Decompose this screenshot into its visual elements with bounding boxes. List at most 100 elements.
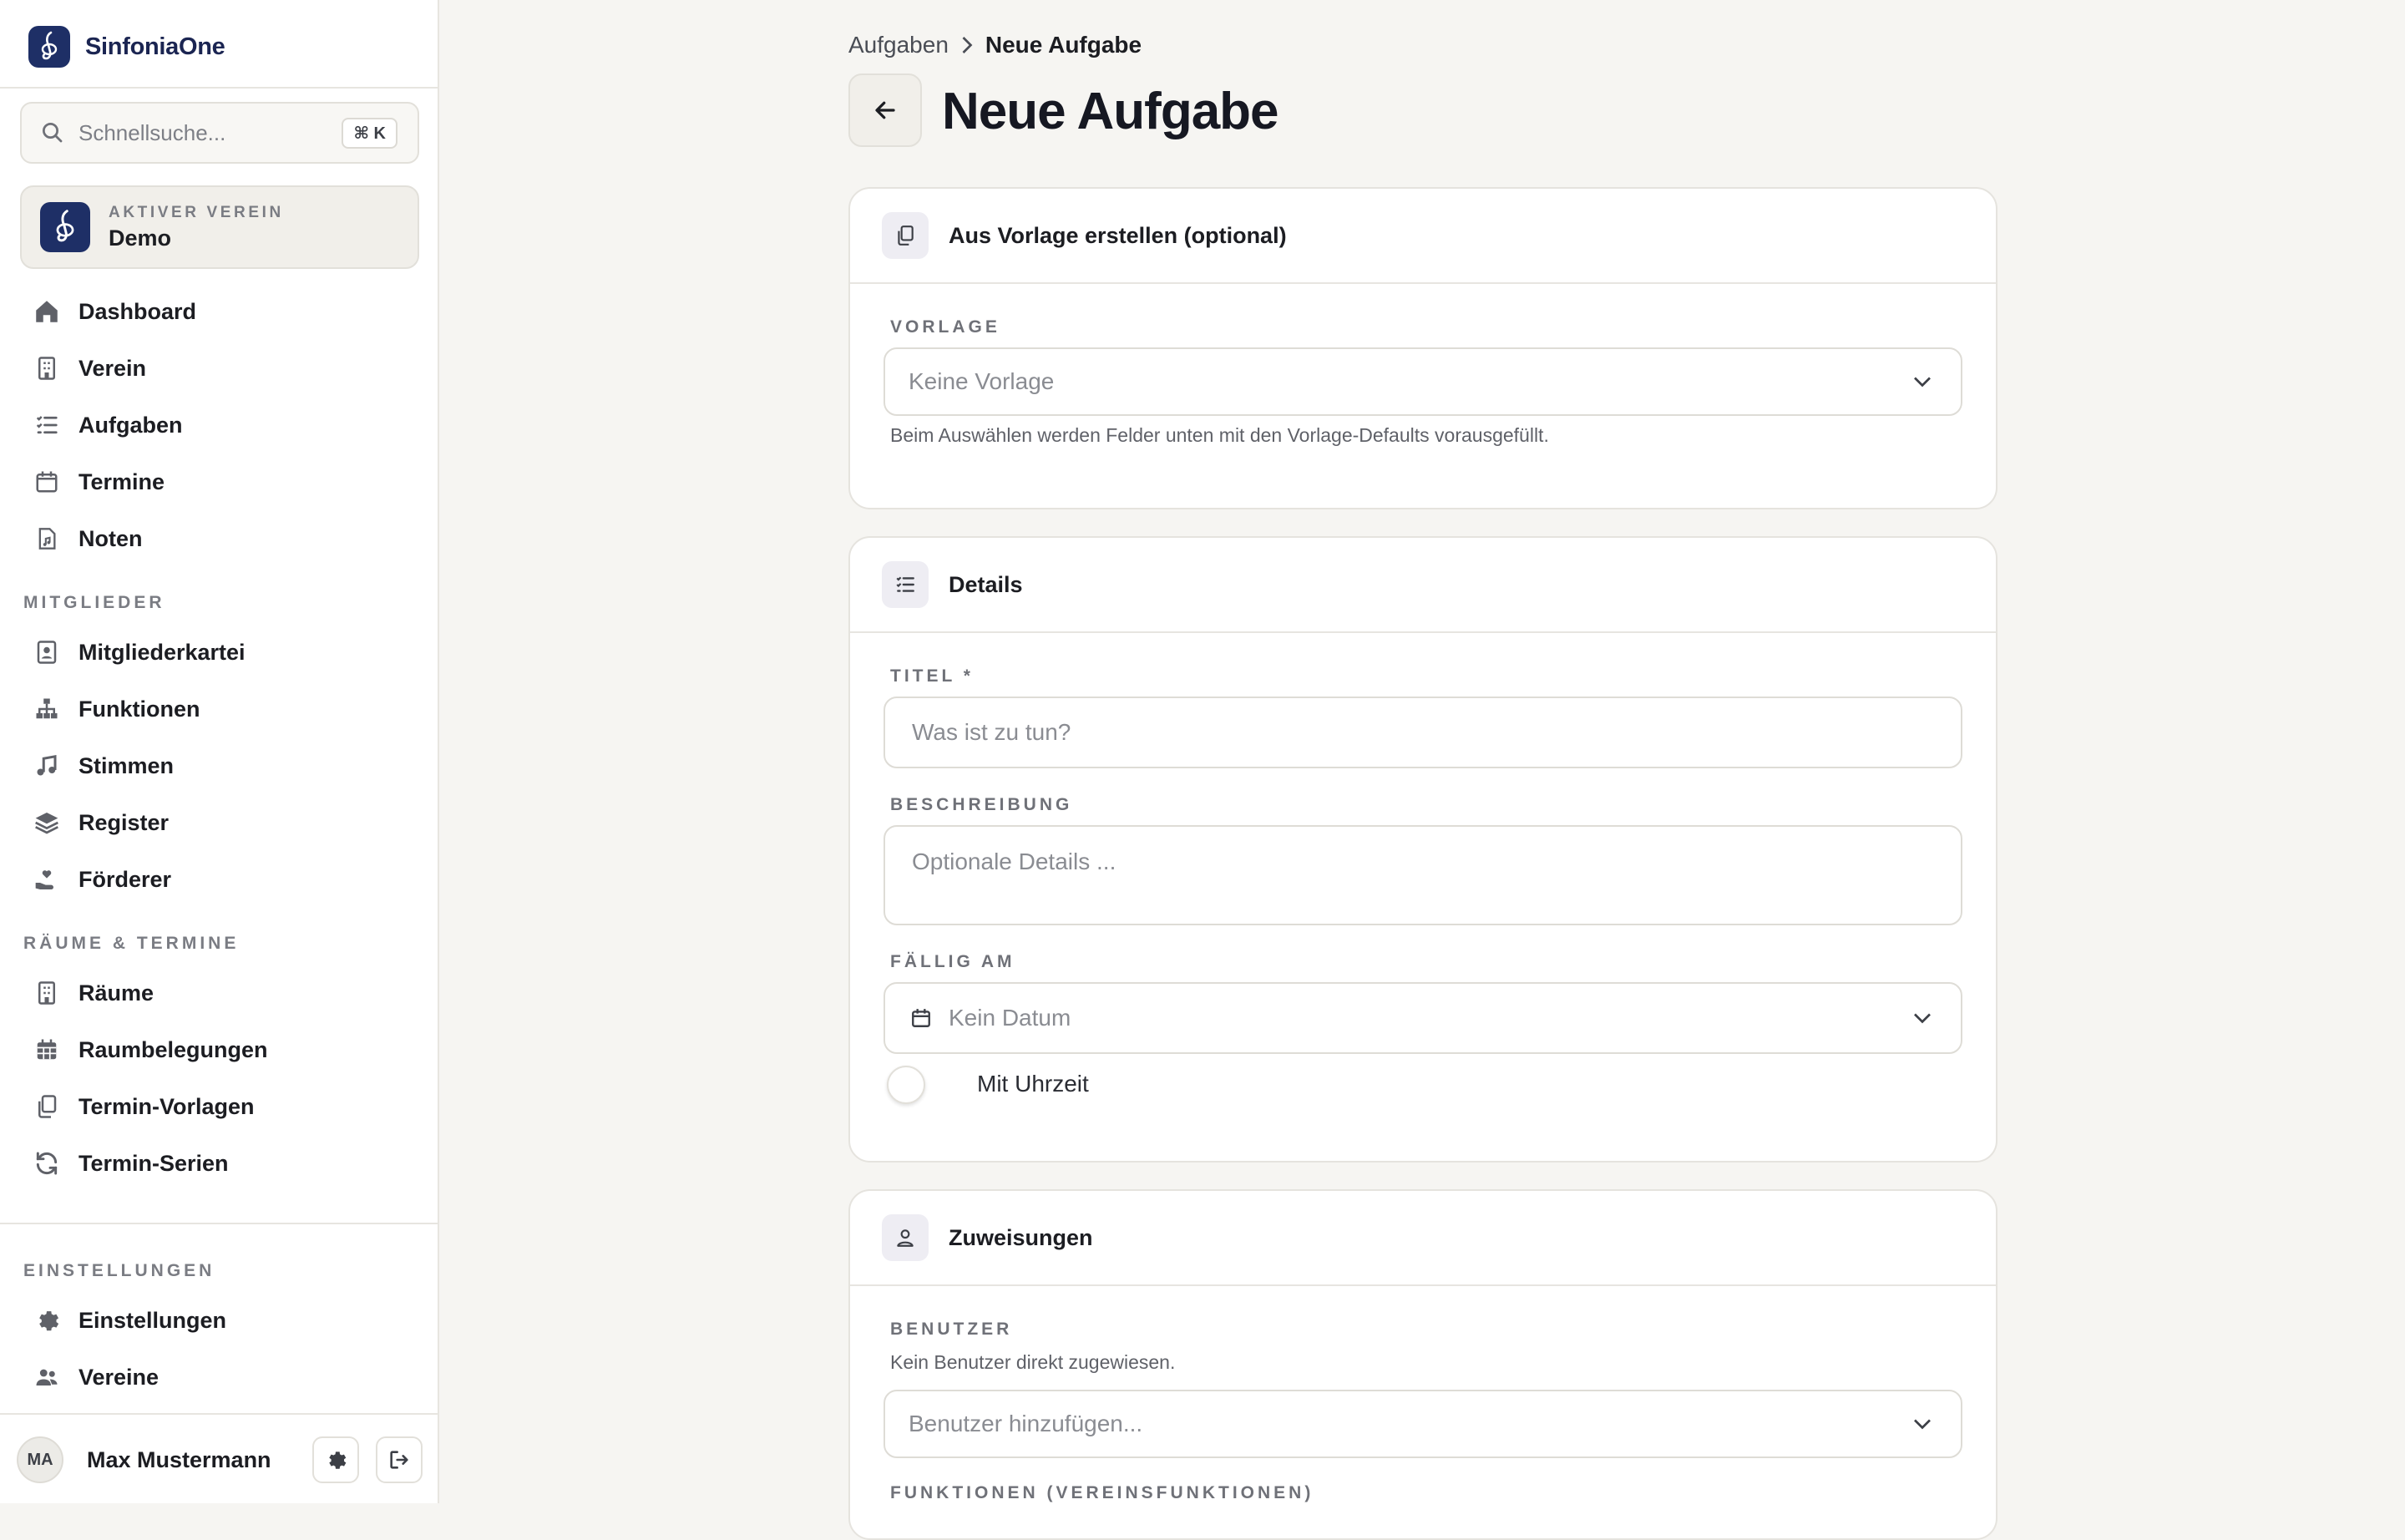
music-note-icon <box>32 751 62 781</box>
card-title: Aus Vorlage erstellen (optional) <box>949 222 1287 248</box>
divider <box>0 1223 438 1224</box>
sidebar-item-dashboard[interactable]: Dashboard <box>32 291 196 332</box>
template-select-value: Keine Vorlage <box>909 368 1055 394</box>
sidebar-item-aufgaben[interactable]: Aufgaben <box>32 404 183 446</box>
search-placeholder: Schnellsuche... <box>78 119 226 145</box>
sidebar-item-termin-vorlagen[interactable]: Termin-Vorlagen <box>32 1086 255 1127</box>
contact-card-icon <box>32 637 62 667</box>
sidebar: SinfoniaOne Schnellsuche... ⌘ K AKTIVER … <box>0 0 439 1503</box>
layers-icon <box>32 808 62 838</box>
logout-button[interactable] <box>376 1436 423 1483</box>
org-chart-icon <box>32 694 62 724</box>
due-date-field-label: FÄLLIG AM <box>890 952 1015 971</box>
due-date-picker[interactable]: Kein Datum <box>884 982 1962 1054</box>
copy-icon <box>32 1092 62 1122</box>
sidebar-item-label: Einstellungen <box>78 1307 227 1333</box>
title-field-label: TITEL * <box>890 666 974 686</box>
sidebar-item-termin-serien[interactable]: Termin-Serien <box>32 1142 229 1184</box>
search-icon <box>40 120 65 145</box>
sidebar-item-label: Dashboard <box>78 298 197 324</box>
sidebar-item-label: Vereine <box>78 1364 159 1390</box>
chevron-right-icon <box>959 35 975 55</box>
logout-icon <box>387 1448 411 1472</box>
sidebar-item-register[interactable]: Register <box>32 802 169 843</box>
description-field-label: BESCHREIBUNG <box>890 795 1073 814</box>
sheet-music-file-icon <box>32 524 62 554</box>
sidebar-item-label: Verein <box>78 355 147 381</box>
sidebar-item-stimmen[interactable]: Stimmen <box>32 745 174 787</box>
task-list-icon <box>882 561 929 608</box>
users-icon <box>32 1362 62 1392</box>
card-header: Zuweisungen <box>850 1191 1996 1286</box>
calendar-icon <box>32 467 62 497</box>
chevron-down-icon <box>1912 1414 1932 1434</box>
sidebar-item-foerderer[interactable]: Förderer <box>32 859 171 900</box>
treble-clef-logo-icon <box>28 26 70 68</box>
functions-field-label: FUNKTIONEN (VEREINSFUNKTIONEN) <box>890 1483 1314 1502</box>
refresh-icon <box>32 1148 62 1178</box>
home-icon <box>32 296 62 327</box>
card-title: Zuweisungen <box>949 1224 1093 1250</box>
sidebar-item-noten[interactable]: Noten <box>32 518 143 560</box>
active-club-label: AKTIVER VEREIN <box>109 203 284 221</box>
search-shortcut-badge: ⌘ K <box>342 117 397 149</box>
add-user-select[interactable]: Benutzer hinzufügen... <box>884 1390 1962 1458</box>
user-icon <box>882 1214 929 1261</box>
sidebar-item-termine[interactable]: Termine <box>32 461 165 503</box>
sidebar-item-label: Noten <box>78 525 143 551</box>
user-settings-button[interactable] <box>312 1436 359 1483</box>
time-toggle[interactable] <box>887 1066 925 1104</box>
gear-icon <box>32 1305 62 1335</box>
sidebar-item-raeume[interactable]: Räume <box>32 972 154 1014</box>
details-card: Details TITEL * Was ist zu tun? BESCHREI… <box>848 536 1997 1163</box>
divider <box>0 87 438 89</box>
template-label: VORLAGE <box>890 317 1000 337</box>
avatar[interactable]: MA <box>17 1436 63 1483</box>
sidebar-item-mitgliederkartei[interactable]: Mitgliederkartei <box>32 631 246 673</box>
description-placeholder: Optionale Details ... <box>912 849 1116 874</box>
card-title: Details <box>949 571 1023 597</box>
description-textarea[interactable]: Optionale Details ... <box>884 825 1962 925</box>
sidebar-item-funktionen[interactable]: Funktionen <box>32 688 200 730</box>
title-input[interactable]: Was ist zu tun? <box>884 697 1962 768</box>
calendar-grid-icon <box>32 1035 62 1065</box>
users-hint: Kein Benutzer direkt zugewiesen. <box>890 1351 1176 1373</box>
chevron-down-icon <box>1912 372 1932 392</box>
active-club-name: Demo <box>109 225 172 251</box>
sidebar-item-label: Räume <box>78 980 154 1006</box>
copy-icon <box>882 212 929 259</box>
gear-icon <box>324 1448 347 1472</box>
brand[interactable]: SinfoniaOne <box>28 25 225 68</box>
add-user-placeholder: Benutzer hinzufügen... <box>909 1411 1143 1436</box>
building-icon <box>32 353 62 383</box>
nav-section-title: MITGLIEDER <box>23 593 165 612</box>
quick-search[interactable]: Schnellsuche... ⌘ K <box>20 102 419 164</box>
nav-section-title: RÄUME & TERMINE <box>23 934 240 953</box>
breadcrumb-current: Neue Aufgabe <box>985 32 1142 58</box>
breadcrumb-parent-link[interactable]: Aufgaben <box>848 32 949 58</box>
task-list-icon <box>32 410 62 440</box>
divider <box>0 1413 438 1415</box>
title-input-placeholder: Was ist zu tun? <box>912 719 1071 745</box>
sidebar-item-label: Raumbelegungen <box>78 1036 268 1062</box>
template-select[interactable]: Keine Vorlage <box>884 347 1962 416</box>
sidebar-item-label: Termine <box>78 469 165 494</box>
template-card: Aus Vorlage erstellen (optional) VORLAGE… <box>848 187 1997 509</box>
sidebar-item-raumbelegungen[interactable]: Raumbelegungen <box>32 1029 268 1071</box>
active-club-switcher[interactable]: AKTIVER VEREIN Demo <box>20 185 419 269</box>
user-bar: MA Max Mustermann <box>17 1436 423 1483</box>
sidebar-item-einstellungen[interactable]: Einstellungen <box>32 1299 226 1341</box>
sidebar-item-label: Termin-Serien <box>78 1150 229 1176</box>
sidebar-item-vereine[interactable]: Vereine <box>32 1356 159 1398</box>
back-button[interactable] <box>848 73 922 147</box>
template-hint: Beim Auswählen werden Felder unten mit d… <box>890 424 1549 446</box>
assignments-card: Zuweisungen BENUTZER Kein Benutzer direk… <box>848 1189 1997 1540</box>
app-name: SinfoniaOne <box>85 33 225 60</box>
card-header: Aus Vorlage erstellen (optional) <box>850 189 1996 284</box>
sidebar-item-label: Förderer <box>78 866 172 892</box>
user-name: Max Mustermann <box>87 1446 271 1472</box>
sidebar-item-verein[interactable]: Verein <box>32 347 146 389</box>
sidebar-item-label: Termin-Vorlagen <box>78 1093 255 1119</box>
calendar-icon <box>910 1007 932 1029</box>
card-header: Details <box>850 538 1996 633</box>
